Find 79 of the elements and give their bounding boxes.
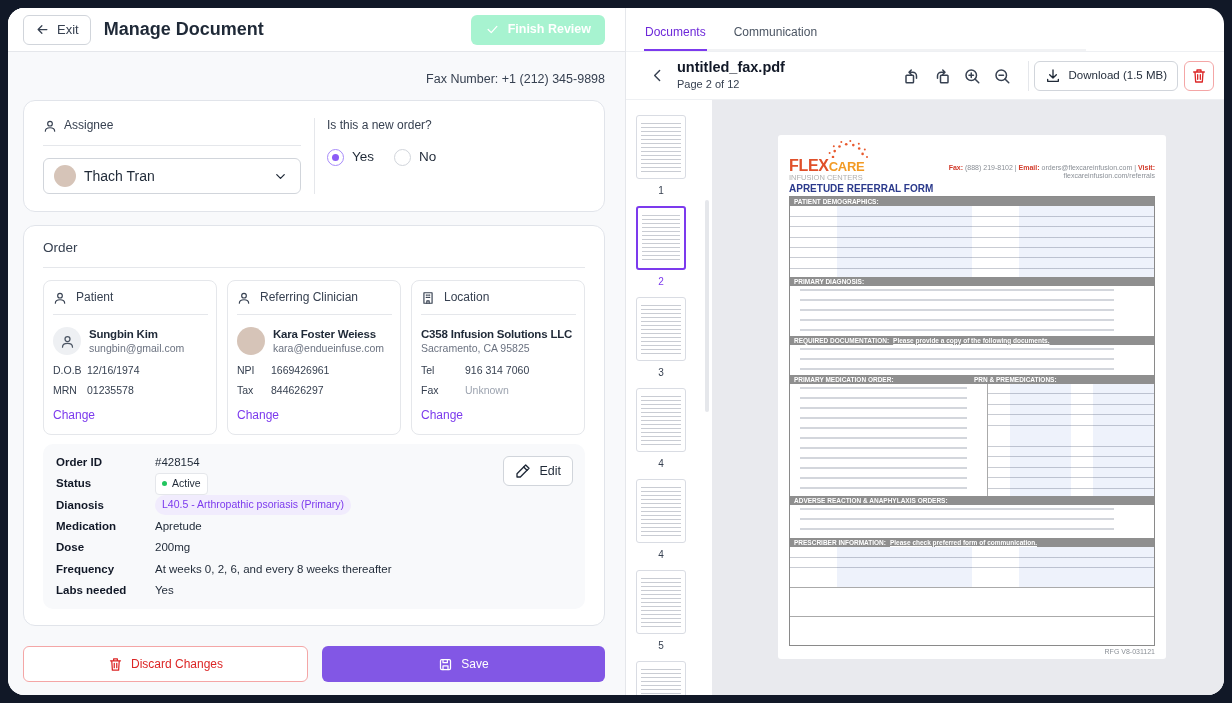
radio-option[interactable]: No <box>394 147 437 168</box>
person-icon <box>237 290 251 305</box>
zoom-in-icon <box>962 66 981 85</box>
tab[interactable]: Documents <box>644 8 707 51</box>
person-name: Sungbin Kim <box>89 327 159 342</box>
page-number: 5 <box>658 640 664 652</box>
person-name: Kara Foster Weiess <box>273 327 377 342</box>
person-icon <box>59 333 75 349</box>
page-number: 4 <box>658 458 664 470</box>
page-number: 1 <box>658 185 664 197</box>
trash-icon <box>1191 67 1207 84</box>
assignee-select[interactable]: Thach Tran <box>43 158 301 194</box>
edit-button[interactable]: Edit <box>503 456 573 486</box>
field-label: MRN <box>53 383 78 399</box>
arrow-left-icon <box>35 22 50 37</box>
detail-value: Apretude <box>155 518 202 534</box>
detail-label: Dose <box>56 540 86 556</box>
contact-text: kara@endueinfuse.com <box>273 342 385 355</box>
diagnosis-tag: L40.5 - Arthropathic psoriasis (Primary) <box>155 495 352 516</box>
brand-logo: FLEXCARE <box>789 158 866 174</box>
status-dot <box>162 481 167 487</box>
tab[interactable]: Communication <box>732 8 819 51</box>
radio-option[interactable]: Yes <box>327 147 375 168</box>
field-label: Fax <box>421 383 440 399</box>
contact-text: Sacramento, CA 95825 <box>421 342 531 355</box>
card-title: Location <box>444 290 490 305</box>
question-label: Is this a new order? <box>327 118 433 133</box>
save-button[interactable]: Save <box>322 646 605 683</box>
change-link[interactable]: Change <box>53 408 96 423</box>
detail-value: 200mg <box>155 540 191 556</box>
pencil-icon <box>515 463 532 479</box>
assignee-label: Assignee <box>64 118 114 133</box>
page-title: Manage Document <box>103 18 264 41</box>
field-label: Tax <box>237 383 255 399</box>
page-number: 3 <box>658 367 664 379</box>
detail-label: Labs needed <box>56 582 128 598</box>
page-thumbnail[interactable] <box>636 206 686 270</box>
building-icon <box>421 290 435 305</box>
field-value: Unknown <box>465 383 509 399</box>
detail-label: Dianosis <box>56 497 105 513</box>
detail-value: At weeks 0, 2, 6, and every 8 weeks thereafter <box>155 561 392 577</box>
trash-icon <box>107 656 123 672</box>
fax-number: Fax Number: +1 (212) 345-9898 <box>425 71 606 88</box>
card-title: Referring Clinician <box>260 290 359 305</box>
field-value: 916 314 7060 <box>465 363 530 379</box>
download-icon <box>1044 67 1061 84</box>
person-icon <box>43 118 57 133</box>
page-indicator: Page 2 of 12 <box>677 76 741 92</box>
discard-changes-button[interactable]: Discard Changes <box>23 646 308 683</box>
card-title: Patient <box>76 290 114 305</box>
change-link[interactable]: Change <box>421 408 464 423</box>
detail-value: #428154 <box>155 455 200 470</box>
form-title: APRETUDE REFERRAL FORM <box>789 182 935 195</box>
field-label: NPI <box>237 363 256 379</box>
field-value: 01235578 <box>87 383 134 399</box>
detail-label: Order ID <box>56 455 103 470</box>
detail-label: Status <box>56 476 93 492</box>
file-name: untitled_fax.pdf <box>677 58 785 76</box>
detail-value: Yes <box>155 582 174 598</box>
change-link[interactable]: Change <box>237 408 280 423</box>
page-number: 2 <box>658 276 664 288</box>
page-number: 4 <box>658 549 664 561</box>
detail-label: Medication <box>56 518 118 534</box>
download-button[interactable]: Download (1.5 MB) <box>1033 60 1178 91</box>
person-name: C358 Infusion Solutions LLC <box>421 327 573 342</box>
field-value: 12/16/1974 <box>87 363 140 379</box>
person-icon <box>53 290 67 305</box>
detail-label: Frequency <box>56 561 116 577</box>
exit-button[interactable]: Exit <box>23 14 91 45</box>
zoom-out-icon <box>992 66 1011 85</box>
delete-button[interactable] <box>1184 60 1214 91</box>
field-value: 844626297 <box>271 383 324 399</box>
field-label: D.O.B <box>53 363 83 379</box>
contact-text: sungbin@gmail.com <box>89 342 185 355</box>
avatar <box>237 327 265 355</box>
field-value: 1669426961 <box>271 363 330 379</box>
field-label: Tel <box>421 363 436 379</box>
order-title: Order <box>43 239 585 268</box>
status-badge: Active <box>155 473 208 495</box>
